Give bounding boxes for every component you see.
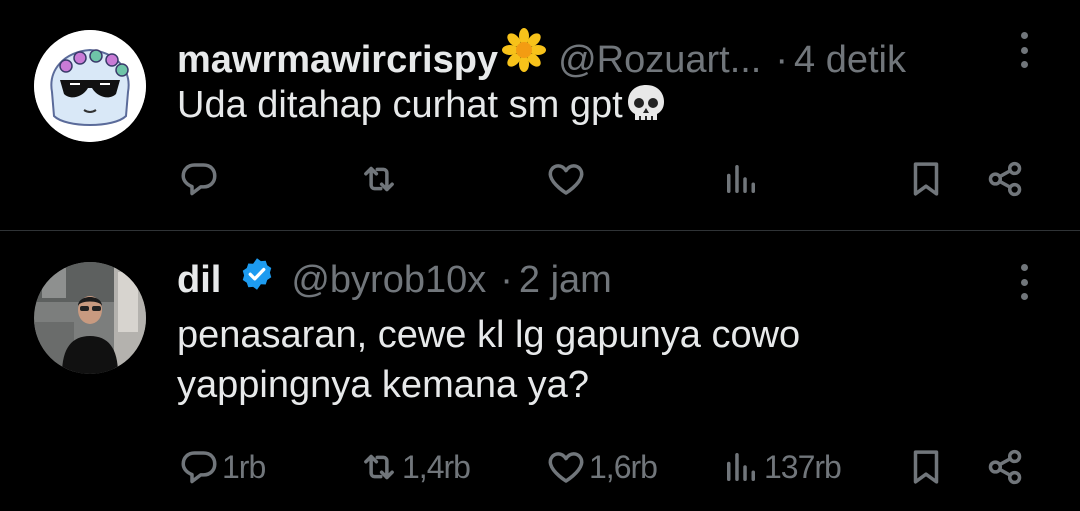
share-icon	[988, 161, 1022, 197]
views-icon	[727, 453, 755, 481]
retweet-button[interactable]: 1,4rb	[358, 445, 471, 489]
tweet[interactable]: mawrmawircrispy @Rozuart... · 4 detik Ud…	[0, 0, 1080, 230]
like-count: 1,6rb	[589, 448, 658, 485]
separator-dot: ·	[500, 259, 513, 301]
bookmark-button[interactable]	[905, 445, 947, 489]
heart-icon	[548, 164, 584, 195]
display-name[interactable]: mawrmawircrispy	[177, 37, 498, 83]
retweet-icon	[364, 454, 394, 480]
avatar[interactable]	[34, 30, 146, 142]
heart-icon	[548, 452, 584, 483]
more-options-icon[interactable]	[1018, 32, 1030, 68]
bookmark-icon	[913, 450, 939, 484]
views-icon	[727, 165, 755, 193]
reply-button[interactable]	[178, 157, 222, 201]
reply-icon	[181, 451, 217, 484]
user-handle[interactable]: @Rozuart...	[558, 37, 761, 83]
tweet-text-line: penasaran, cewe kl lg gapunya cowo	[177, 314, 801, 356]
tweet-header: mawrmawircrispy @Rozuart... · 4 detik	[177, 28, 990, 83]
share-button[interactable]	[984, 157, 1026, 201]
tweet-text: Uda ditahap curhat sm gpt	[177, 80, 1017, 130]
verified-badge-icon	[239, 256, 275, 292]
avatar[interactable]	[34, 262, 146, 374]
timestamp[interactable]: 4 detik	[794, 37, 906, 83]
sunflower-emoji-icon	[502, 28, 547, 72]
reply-button[interactable]: 1rb	[178, 445, 266, 489]
timestamp[interactable]: 2 jam	[519, 257, 612, 303]
views-count: 137rb	[764, 448, 842, 485]
bookmark-button[interactable]	[905, 157, 947, 201]
bookmark-icon	[913, 162, 939, 196]
retweet-icon	[364, 166, 394, 192]
share-icon	[988, 449, 1022, 485]
views-button[interactable]: 137rb	[720, 445, 842, 489]
tweet-text-line: yappingnya kemana ya?	[177, 364, 589, 406]
display-name[interactable]: dil	[177, 257, 221, 303]
skull-emoji-icon	[625, 82, 667, 124]
tweet-text-content: Uda ditahap curhat sm gpt	[177, 84, 623, 126]
like-button[interactable]	[545, 157, 589, 201]
like-button[interactable]: 1,6rb	[545, 445, 658, 489]
reply-icon	[181, 163, 217, 196]
views-button[interactable]	[720, 157, 764, 201]
separator-dot: ·	[775, 39, 789, 81]
share-button[interactable]	[984, 445, 1026, 489]
tweet-actions	[0, 157, 1080, 201]
tweet-actions: 1rb 1,4rb 1,6rb 137rb	[0, 445, 1080, 489]
retweet-button[interactable]	[358, 157, 402, 201]
tweet-header: dil @byrob10x · 2 jam	[177, 256, 990, 303]
tweet-text: penasaran, cewe kl lg gapunya cowo yappi…	[177, 310, 1017, 410]
more-options-icon[interactable]	[1018, 264, 1030, 300]
user-handle[interactable]: @byrob10x	[291, 257, 486, 303]
reply-count: 1rb	[222, 448, 266, 485]
tweet-divider	[0, 230, 1080, 231]
retweet-count: 1,4rb	[402, 448, 471, 485]
